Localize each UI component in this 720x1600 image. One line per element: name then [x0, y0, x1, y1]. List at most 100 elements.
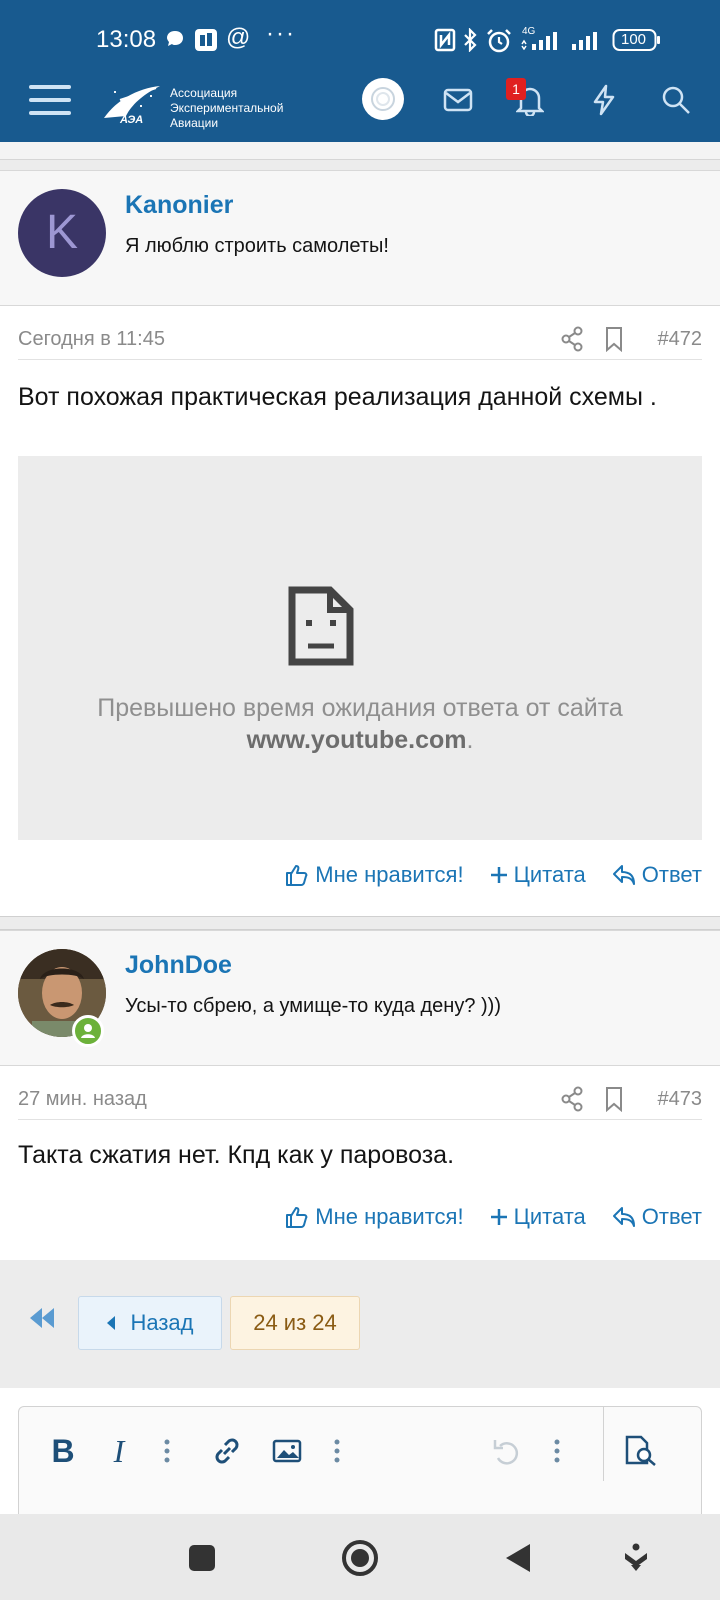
status-bar: 13:08 @ ··· 4G 100 [0, 20, 720, 59]
post-473: 27 мин. назад #473 Такта сжатия нет. Кпд… [0, 1066, 720, 1260]
pagination: Назад 24 из 24 [0, 1286, 720, 1388]
more-format-icon[interactable] [155, 1431, 179, 1471]
quote-label: Цитата [513, 1204, 586, 1229]
bookmark-icon[interactable] [604, 1086, 624, 1117]
reply-icon [612, 1207, 635, 1227]
reply-button[interactable]: Ответ [612, 862, 702, 888]
logo-line-1: Ассоциация [170, 86, 238, 100]
menu-icon[interactable] [28, 78, 72, 122]
thread-content: K Kanonier Я люблю строить самолеты! Сег… [0, 142, 720, 1260]
home-icon[interactable] [338, 1536, 382, 1580]
share-icon[interactable] [560, 1086, 584, 1117]
like-label: Мне нравится! [315, 862, 464, 887]
quote-label: Цитата [513, 862, 586, 887]
logo-line-2: Экспериментальной [170, 101, 284, 115]
italic-button[interactable]: I [99, 1431, 139, 1471]
embed-error-site: www.youtube.com [246, 726, 467, 754]
post-number[interactable]: #472 [658, 328, 703, 351]
embed-error-message: Превышено время ожидания ответа от сайта… [18, 692, 702, 756]
author-title: Усы-то сбрею, а умище-то куда дену? ))) [125, 995, 501, 1017]
first-page-icon[interactable] [28, 1306, 60, 1338]
system-nav-bar [0, 1514, 720, 1600]
reply-label: Ответ [641, 1204, 702, 1229]
more-options-icon[interactable] [545, 1431, 569, 1471]
spacer [0, 160, 720, 170]
post-472: Сегодня в 11:45 #472 Вот похожая практич… [0, 306, 720, 916]
post-actions: Мне нравится! Цитата Ответ [285, 858, 702, 892]
lightning-icon[interactable] [584, 80, 624, 120]
post-actions: Мне нравится! Цитата Ответ [285, 1200, 702, 1234]
post-text: Вот похожая практическая реализация данн… [18, 383, 657, 411]
back-icon[interactable] [496, 1536, 540, 1580]
reply-label: Ответ [641, 862, 702, 887]
author-name[interactable]: Kanonier [125, 191, 233, 220]
bookmark-icon[interactable] [604, 326, 624, 357]
post-date[interactable]: Сегодня в 11:45 [18, 328, 165, 351]
author-title: Я люблю строить самолеты! [125, 235, 389, 257]
bold-button[interactable]: B [43, 1431, 83, 1471]
status-time: 13:08 [96, 26, 157, 53]
plus-icon [490, 1209, 507, 1225]
current-page-indicator[interactable]: 24 из 24 [230, 1296, 360, 1350]
post-text: Такта сжатия нет. Кпд как у паровоза. [18, 1141, 455, 1169]
assistant-icon[interactable] [614, 1536, 658, 1580]
top-strip [0, 142, 720, 160]
post-divider [0, 916, 720, 930]
online-status-icon [72, 1015, 104, 1047]
logo-line-3: Авиации [170, 116, 219, 130]
quote-button[interactable]: Цитата [490, 1204, 586, 1230]
avatar[interactable]: K [18, 189, 106, 277]
undo-icon[interactable] [487, 1431, 527, 1471]
plus-icon [490, 867, 507, 883]
app-notification-icon [194, 28, 218, 57]
alarm-icon [486, 28, 512, 59]
image-icon[interactable] [267, 1431, 307, 1471]
post-author-block: JohnDoe Усы-то сбрею, а умище-то куда де… [0, 930, 720, 1066]
bluetooth-icon [462, 27, 478, 57]
youtube-embed[interactable]: Превышено время ожидания ответа от сайта… [18, 456, 702, 840]
like-label: Мне нравится! [315, 1204, 464, 1229]
like-button[interactable]: Мне нравится! [285, 1204, 464, 1230]
post-date[interactable]: 27 мин. назад [18, 1088, 147, 1111]
more-notifications-icon: ··· [266, 20, 296, 47]
recents-icon[interactable] [180, 1536, 224, 1580]
link-icon[interactable] [207, 1431, 247, 1471]
embed-error-tail: . [466, 726, 474, 754]
share-icon[interactable] [560, 326, 584, 357]
avatar-ring-icon [371, 87, 395, 111]
embed-error-line: Превышено время ожидания ответа от сайта [97, 694, 623, 722]
post-number[interactable]: #473 [658, 1088, 703, 1111]
author-name[interactable]: JohnDoe [125, 951, 232, 980]
prev-page-label: Назад [130, 1310, 194, 1335]
quote-button[interactable]: Цитата [490, 862, 586, 888]
mail-icon[interactable] [438, 80, 478, 120]
signal-2-icon [570, 30, 604, 55]
user-avatar-button[interactable] [362, 78, 404, 120]
thumbs-up-icon [286, 865, 308, 886]
reply-icon [612, 865, 635, 885]
preview-icon[interactable] [619, 1431, 663, 1471]
signal-1-icon [520, 30, 564, 55]
app-header: 13:08 @ ··· 4G 100 АЭА Ассоциация Экспер… [0, 0, 720, 142]
sad-page-icon [288, 586, 354, 666]
prev-page-button[interactable]: Назад [78, 1296, 222, 1350]
notification-badge: 1 [506, 78, 526, 100]
post-meta: 27 мин. назад #473 [18, 1080, 702, 1120]
caret-left-icon [107, 1316, 116, 1330]
thumbs-up-icon [286, 1207, 308, 1228]
like-button[interactable]: Мне нравится! [285, 862, 464, 888]
reply-editor-area: B I [0, 1388, 720, 1536]
at-icon: @ [226, 24, 251, 51]
reply-button[interactable]: Ответ [612, 1204, 702, 1230]
battery-level: 100 [621, 31, 647, 48]
more-insert-icon[interactable] [325, 1431, 349, 1471]
nfc-icon [434, 28, 456, 57]
chat-icon [164, 28, 186, 55]
logo-text: Ассоциация Экспериментальной Авиации [170, 86, 283, 131]
toolbar-separator [603, 1407, 604, 1481]
site-logo[interactable]: АЭА Ассоциация Экспериментальной Авиации [100, 76, 300, 131]
post-author-block: K Kanonier Я люблю строить самолеты! [0, 170, 720, 306]
top-nav: АЭА Ассоциация Экспериментальной Авиации… [0, 68, 720, 132]
logo-mark: АЭА [120, 114, 144, 126]
search-icon[interactable] [656, 80, 696, 120]
